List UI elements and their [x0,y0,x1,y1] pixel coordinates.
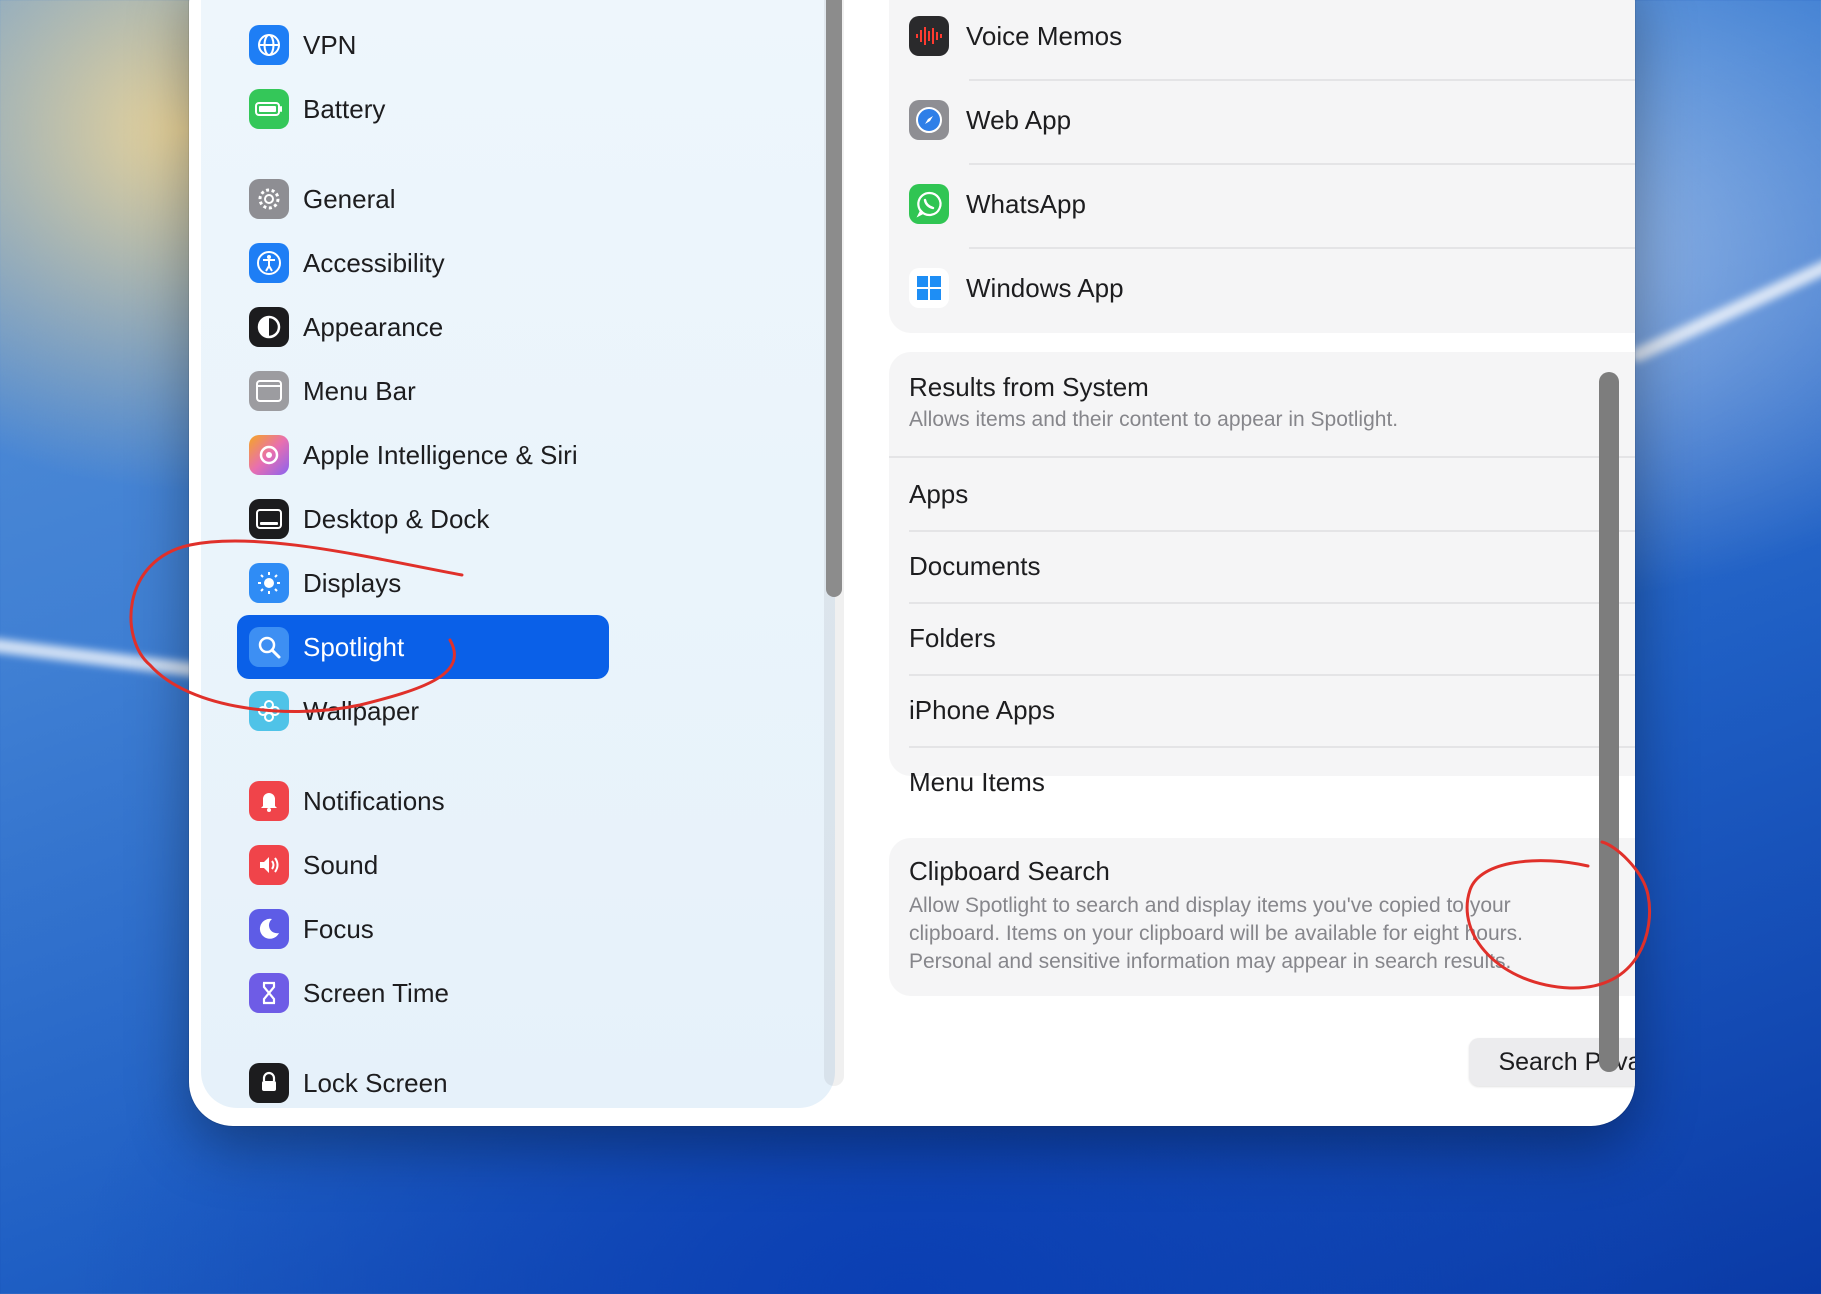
sidebar-item-vpn[interactable]: VPN [237,13,609,77]
app-row-label: Web App [966,104,1072,135]
sidebar-item-menu-bar[interactable]: Menu Bar [237,359,609,423]
sidebar-item-label: Accessibility [303,247,445,278]
sidebar-item-accessibility[interactable]: Accessibility [237,231,609,295]
sidebar-item-lock-screen[interactable]: Lock Screen [237,1051,609,1115]
sidebar-item-displays[interactable]: Displays [237,551,609,615]
content-scroll-thumb[interactable] [1599,372,1619,1072]
speaker-icon [249,845,289,885]
system-row-folders: Folders [909,602,1635,674]
row-divider [969,79,1635,81]
sidebar-item-focus[interactable]: Focus [237,897,609,961]
sidebar-item-apple-intelligence[interactable]: Apple Intelligence & Siri [237,423,609,487]
apple-intelligence-icon [249,435,289,475]
system-row-documents: Documents i [909,530,1635,602]
flower-icon [249,691,289,731]
desktop-dock-icon [249,499,289,539]
sidebar-item-label: Appearance [303,311,444,342]
apps-results-card: Voice Memos Web App WhatsApp Windows App [889,0,1635,333]
bell-icon [249,781,289,821]
sidebar-item-label: Notifications [303,785,445,816]
app-row-voice-memos: Voice Memos [909,0,1635,72]
sidebar-item-screen-time[interactable]: Screen Time [237,961,609,1025]
sidebar-item-label: VPN [303,29,357,60]
sidebar: VPN Battery General Accessibility Appear [201,0,844,1108]
sidebar-item-label: Spotlight [303,631,405,662]
sidebar-item-notifications[interactable]: Notifications [237,769,609,833]
system-row-label: Folders [909,622,996,653]
section-title: Clipboard Search [909,856,1110,886]
clipboard-search-card: Clipboard Search Allow Spotlight to sear… [889,838,1635,996]
voice-memos-icon [909,16,949,56]
description-line-3: Personal and sensitive information may a… [909,950,1512,973]
sidebar-item-general[interactable]: General [237,167,609,231]
app-row-label: WhatsApp [966,188,1086,219]
sidebar-scroll-thumb[interactable] [826,0,842,597]
description-line-2: clipboard. Items on your clipboard will … [909,922,1523,945]
hourglass-icon [249,973,289,1013]
magnifier-icon [249,627,289,667]
gear-icon [249,179,289,219]
system-row-label: Apps [909,478,969,509]
sidebar-item-label: General [303,183,396,214]
section-title: Results from System [909,372,1149,402]
app-row-label: Windows App [966,272,1124,303]
system-row-label: Menu Items [909,766,1045,797]
app-row-windows-app: Windows App [909,252,1635,324]
whatsapp-icon [909,184,949,224]
compass-icon [909,100,949,140]
sidebar-item-appearance[interactable]: Appearance [237,295,609,359]
sidebar-item-label: Menu Bar [303,375,416,406]
windows-icon [909,268,949,308]
sidebar-item-label: Apple Intelligence & Siri [303,439,578,470]
system-row-apps: Apps [909,458,1635,530]
row-divider [969,247,1635,249]
system-row-label: iPhone Apps [909,694,1056,725]
sun-icon [249,563,289,603]
appearance-icon [249,307,289,347]
sidebar-item-sound[interactable]: Sound [237,833,609,897]
spotlight-settings-pane: Voice Memos Web App WhatsApp Windows App… [849,0,1635,1126]
moon-icon [249,909,289,949]
description-line-1: Allow Spotlight to search and display it… [909,894,1511,917]
app-row-whatsapp: WhatsApp [909,168,1635,240]
sidebar-item-label: Focus [303,913,374,944]
sidebar-item-label: Displays [303,567,402,598]
sidebar-item-label: Desktop & Dock [303,503,490,534]
row-divider [969,163,1635,165]
app-row-web-app: Web App [909,84,1635,156]
battery-icon [249,89,289,129]
wallpaper-streak [0,634,220,680]
system-row-iphone-apps: iPhone Apps [909,674,1635,746]
sidebar-item-label: Wallpaper [303,695,420,726]
sidebar-item-label: Sound [303,849,379,880]
menu-bar-icon [249,371,289,411]
app-row-label: Voice Memos [966,20,1123,51]
sidebar-item-label: Battery [303,93,386,124]
results-from-system-card: Results from System Allows items and the… [889,352,1635,797]
lock-icon [249,1063,289,1103]
system-row-menu-items: Menu Items [909,746,1635,797]
accessibility-icon [249,243,289,283]
sidebar-item-label: Lock Screen [303,1067,448,1098]
sidebar-item-battery[interactable]: Battery [237,77,609,141]
section-description: Allows items and their content to appear… [909,408,1399,431]
system-row-label: Documents [909,550,1041,581]
sidebar-item-spotlight[interactable]: Spotlight [237,615,609,679]
globe-icon [249,25,289,65]
settings-window: VPN Battery General Accessibility Appear [189,0,1635,1126]
sidebar-item-wallpaper[interactable]: Wallpaper [237,679,609,743]
wallpaper-streak [1628,249,1821,365]
sidebar-item-label: Screen Time [303,977,449,1008]
sidebar-item-desktop-dock[interactable]: Desktop & Dock [237,487,609,551]
